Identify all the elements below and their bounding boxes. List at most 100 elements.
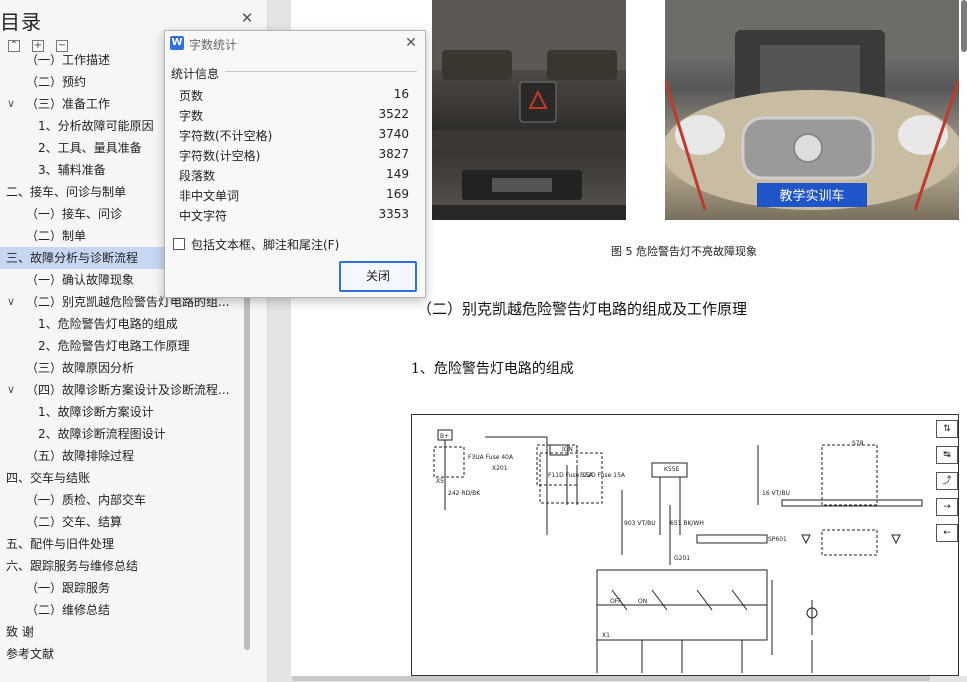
outline-item[interactable]: （五）故障排除过程 (0, 445, 250, 467)
stat-label: 字数 (179, 109, 204, 123)
stat-row-paragraphs: 段落数 149 (179, 167, 409, 187)
outline-item-label: 2、工具、量具准备 (38, 141, 142, 155)
stat-row-words: 字数 3522 (179, 107, 409, 127)
stat-label: 字符数(计空格) (179, 149, 261, 163)
stat-row-chars-no-spaces: 字符数(不计空格) 3740 (179, 127, 409, 147)
outline-item[interactable]: 1、故障诊断方案设计 (0, 401, 250, 423)
next-arrow-icon[interactable]: → (936, 498, 958, 516)
outline-item-label: 1、分析故障可能原因 (38, 119, 154, 133)
section-heading: （二）别克凯越危险警告灯电路的组成及工作原理 (417, 300, 748, 318)
include-textbox-label[interactable]: 包括文本框、脚注和尾注(F) (191, 236, 339, 253)
diagram-label: B+ (440, 433, 449, 440)
diagram-label: ON (638, 598, 647, 605)
outline-title: 目录 (0, 10, 42, 34)
word-count-dialog: W 字数统计 ✕ 统计信息 页数 16 字数 3522 字符数(不计空格) 37… (164, 30, 426, 298)
outline-item-label: （一）工作描述 (26, 53, 111, 67)
outline-item-label: 2、故障诊断流程图设计 (38, 427, 166, 441)
outline-item[interactable]: 2、危险警告灯电路工作原理 (0, 335, 250, 357)
outline-item-label: 1、故障诊断方案设计 (38, 405, 154, 419)
chevron-down-icon[interactable]: ∨ (6, 379, 16, 401)
sub-heading: 1、危险警告灯电路的组成 (411, 361, 574, 377)
side-toolbar: ⇅ ↹ ⤴ → ← (936, 420, 960, 550)
outline-item-label: 致 谢 (6, 625, 34, 639)
outline-item-label: 五、配件与旧件处理 (6, 537, 115, 551)
diagram-label: F3UA Fuse 40A (468, 454, 514, 461)
stat-value: 3522 (378, 107, 409, 121)
dialog-titlebar[interactable]: W 字数统计 ✕ (165, 31, 425, 57)
stat-value: 3353 (378, 207, 409, 221)
stat-row-chars-with-spaces: 字符数(计空格) 3827 (179, 147, 409, 167)
outline-item-label: 三、故障分析与诊断流程 (6, 251, 139, 265)
share-icon[interactable]: ⤴ (936, 472, 958, 490)
stat-label: 页数 (179, 89, 204, 103)
outline-item-label: （二）交车、结算 (26, 515, 123, 529)
diagram-label: 903 VT/BU (624, 520, 656, 527)
outline-item-label: 四、交车与结账 (6, 471, 91, 485)
outline-item[interactable]: 四、交车与结账 (0, 467, 250, 489)
document-vertical-scrollbar[interactable] (961, 0, 967, 52)
close-button[interactable]: 关闭 (339, 261, 417, 292)
outline-item[interactable]: ∨ （四）故障诊断方案设计及诊断流程... (0, 379, 250, 401)
stat-label: 中文字符 (179, 209, 228, 223)
stat-value: 3740 (378, 127, 409, 141)
diagram-label: X5 (436, 478, 444, 485)
outline-item-label: 二、接车、问诊与制单 (6, 185, 127, 199)
include-textbox-checkbox[interactable] (173, 238, 185, 250)
outline-item-label: （四）故障诊断方案设计及诊断流程... (26, 383, 230, 397)
circuit-diagram: B+ F3UA Fuse 40A X5 242 RD/BK X201 IGN 1… (411, 414, 959, 676)
outline-item-label: （一）质检、内部交车 (26, 493, 147, 507)
chevron-down-icon[interactable]: ∨ (6, 291, 16, 313)
stats-group-label: 统计信息 (171, 67, 220, 81)
diagram-label: 16 VT/BU (762, 490, 790, 497)
outline-item[interactable]: （三）故障原因分析 (0, 357, 250, 379)
outline-item[interactable]: 1、危险警告灯电路的组成 (0, 313, 250, 335)
photo-badge-text: 教学实训车 (779, 188, 844, 204)
engine-bay-photo: 教学实训车 (665, 0, 959, 220)
outline-item-label: （一）接车、问诊 (26, 207, 123, 221)
outline-item-label: （三）故障原因分析 (26, 361, 135, 375)
outline-close-icon[interactable]: ✕ (239, 10, 255, 26)
diagram-label: X201 (492, 465, 508, 472)
outline-item-label: （二）制单 (26, 229, 87, 243)
stat-label: 字符数(不计空格) (179, 129, 273, 143)
chevron-down-icon[interactable]: ∨ (6, 93, 16, 115)
group-divider (225, 71, 417, 72)
diagram-label: F22D Fuse 15A (580, 472, 626, 479)
diagram-label: IGN 1 (562, 446, 579, 453)
diagram-label: S78 (852, 440, 864, 447)
dashboard-photo (432, 0, 626, 220)
outline-item-label: 六、跟踪服务与维修总结 (6, 559, 139, 573)
prev-arrow-icon[interactable]: ← (936, 524, 958, 542)
figure-caption: 图 5 危险警告灯不亮故障现象 (611, 245, 757, 258)
outline-item[interactable]: 六、跟踪服务与维修总结 (0, 555, 250, 577)
outline-item-label: （二）维修总结 (26, 603, 111, 617)
diagram-label: 651 BK/WH (670, 520, 704, 527)
outline-item[interactable]: （二）交车、结算 (0, 511, 250, 533)
document-horizontal-scrollbar[interactable] (292, 676, 930, 681)
diagram-label: 242 RD/BK (448, 490, 481, 497)
outline-item-label: 参考文献 (6, 647, 55, 661)
stat-value: 169 (386, 187, 409, 201)
outline-item[interactable]: 2、故障诊断流程图设计 (0, 423, 250, 445)
stat-value: 3827 (378, 147, 409, 161)
text-spacing-icon[interactable]: ↹ (936, 446, 958, 464)
outline-item[interactable]: （一）跟踪服务 (0, 577, 250, 599)
stat-row-non-chinese-words: 非中文单词 169 (179, 187, 409, 207)
outline-item[interactable]: 五、配件与旧件处理 (0, 533, 250, 555)
diagram-label: SP601 (768, 536, 787, 543)
dialog-close-icon[interactable]: ✕ (403, 35, 419, 51)
diagram-label: K55E (664, 466, 680, 473)
stat-value: 16 (393, 87, 409, 101)
stat-value: 149 (386, 167, 409, 181)
outline-item[interactable]: 致 谢 (0, 621, 250, 643)
outline-item[interactable]: （一）质检、内部交车 (0, 489, 250, 511)
outline-item-label: 1、危险警告灯电路的组成 (38, 317, 178, 331)
outline-item[interactable]: 参考文献 (0, 643, 250, 665)
outline-item[interactable]: （二）维修总结 (0, 599, 250, 621)
stat-label: 非中文单词 (179, 189, 240, 203)
outline-item-label: （一）确认故障现象 (26, 273, 135, 287)
dialog-title: 字数统计 (189, 38, 238, 52)
stat-row-pages: 页数 16 (179, 87, 409, 107)
text-direction-icon[interactable]: ⇅ (936, 420, 958, 438)
stat-label: 段落数 (179, 169, 216, 183)
